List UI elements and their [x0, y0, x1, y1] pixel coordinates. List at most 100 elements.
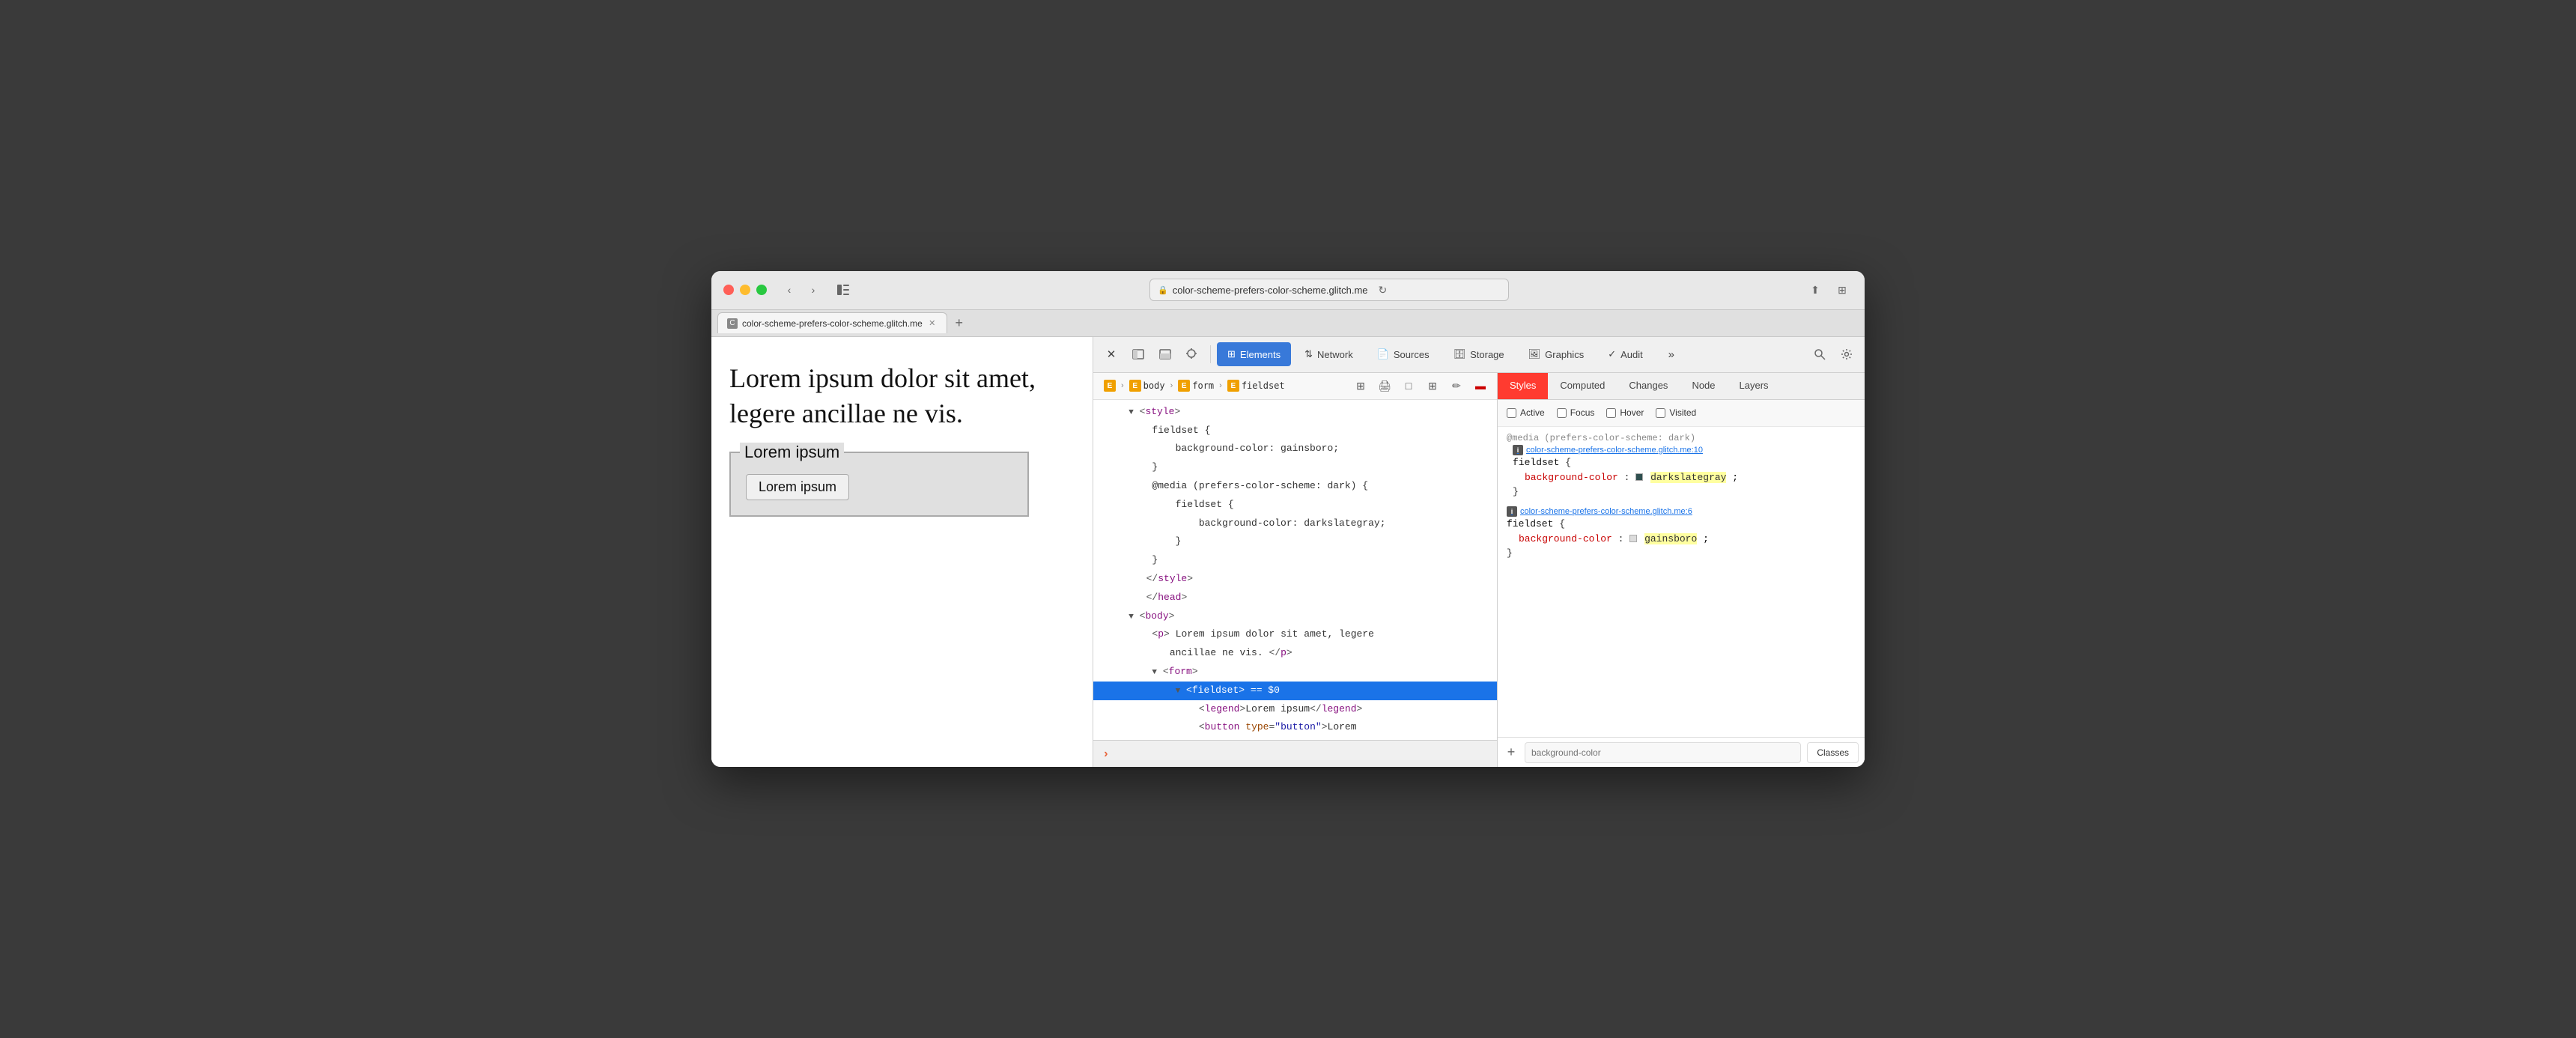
audit-tab-icon: ✓ — [1608, 348, 1616, 360]
css-semicolon-1: ; — [1732, 472, 1738, 483]
css-source-1[interactable]: i color-scheme-prefers-color-scheme.glit… — [1513, 445, 1856, 455]
delete-button[interactable]: ▬ — [1470, 375, 1491, 396]
preview-button[interactable]: Lorem ipsum — [746, 474, 849, 500]
add-property-button[interactable]: + — [1504, 745, 1519, 760]
styles-tab-computed[interactable]: Computed — [1548, 373, 1617, 400]
new-tab-plus-button[interactable]: + — [950, 314, 968, 332]
dom-line[interactable]: <button type="button">Lorem — [1093, 718, 1497, 737]
devtools-dock-button[interactable] — [1153, 342, 1177, 366]
state-bar: Active Focus Hover Visited — [1498, 400, 1865, 427]
print-button[interactable]: 🖨 — [1374, 375, 1395, 396]
edit-button[interactable]: ✏ — [1446, 375, 1467, 396]
dom-line[interactable]: background-color: darkslategray; — [1093, 515, 1497, 533]
page-main-text: Lorem ipsum dolor sit amet, legere ancil… — [729, 361, 1075, 431]
box-model-button[interactable]: □ — [1398, 375, 1419, 396]
devtools-undock-button[interactable] — [1126, 342, 1150, 366]
dom-line[interactable]: ▼ <style> — [1093, 403, 1497, 422]
address-bar[interactable]: 🔒 color-scheme-prefers-color-scheme.glit… — [1149, 279, 1509, 301]
audit-tab-label: Audit — [1620, 349, 1643, 360]
address-text: color-scheme-prefers-color-scheme.glitch… — [1173, 285, 1368, 296]
css-selector-1: fieldset { — [1513, 457, 1856, 468]
dom-line[interactable]: } — [1093, 458, 1497, 477]
dom-tree[interactable]: ▼ <style> fieldset { background-color: g… — [1093, 400, 1497, 740]
tab-storage[interactable]: 🗄 Storage — [1443, 342, 1515, 366]
tab-sources[interactable]: 📄 Sources — [1367, 342, 1440, 366]
separator-1 — [1210, 345, 1211, 363]
dom-line-selected[interactable]: ▼ <fieldset> == $0 — [1093, 682, 1497, 700]
state-visited[interactable]: Visited — [1656, 407, 1696, 418]
state-hover-label: Hover — [1620, 407, 1644, 418]
state-focus-label: Focus — [1570, 407, 1595, 418]
add-node-button[interactable]: ⊞ — [1350, 375, 1371, 396]
forward-button[interactable]: › — [803, 279, 824, 300]
element-icon-body: E — [1129, 380, 1141, 392]
css-source-2[interactable]: i color-scheme-prefers-color-scheme.glit… — [1507, 506, 1856, 517]
dom-line[interactable]: </style> — [1093, 570, 1497, 589]
dom-line[interactable]: } — [1093, 551, 1497, 570]
close-button[interactable] — [723, 285, 734, 295]
state-focus-checkbox[interactable] — [1557, 408, 1567, 418]
storage-tab-icon: 🗄 — [1453, 348, 1466, 360]
dom-line[interactable]: </head> — [1093, 589, 1497, 607]
breadcrumb-item-fieldset[interactable]: E fieldset — [1223, 378, 1289, 393]
css-selector-2: fieldset { — [1507, 518, 1856, 529]
new-tab-button[interactable]: ⊞ — [1832, 279, 1853, 300]
styles-tab-styles[interactable]: Styles — [1498, 373, 1548, 400]
dom-line[interactable]: } — [1093, 532, 1497, 551]
dom-line[interactable]: background-color: gainsboro; — [1093, 440, 1497, 458]
css-color-swatch-1[interactable] — [1635, 473, 1643, 481]
css-prop-name-2: background-color — [1519, 533, 1612, 544]
state-hover-checkbox[interactable] — [1606, 408, 1616, 418]
grid-overlay-button[interactable]: ⊞ — [1422, 375, 1443, 396]
dom-line[interactable]: ancillae ne vis. </p> — [1093, 644, 1497, 663]
legend-text: Lorem ipsum — [740, 443, 844, 462]
dom-line[interactable]: <p> Lorem ipsum dolor sit amet, legere — [1093, 625, 1497, 644]
back-button[interactable]: ‹ — [779, 279, 800, 300]
minimize-button[interactable] — [740, 285, 750, 295]
maximize-button[interactable] — [756, 285, 767, 295]
state-hover[interactable]: Hover — [1606, 407, 1644, 418]
styles-tab-node[interactable]: Node — [1680, 373, 1727, 400]
css-color-swatch-2[interactable] — [1629, 535, 1637, 542]
tab-audit[interactable]: ✓ Audit — [1597, 342, 1653, 366]
lock-icon: 🔒 — [1158, 285, 1168, 295]
styles-tab-layers[interactable]: Layers — [1728, 373, 1781, 400]
state-focus[interactable]: Focus — [1557, 407, 1595, 418]
state-visited-checkbox[interactable] — [1656, 408, 1665, 418]
dom-line[interactable]: @media (prefers-color-scheme: dark) { — [1093, 477, 1497, 496]
reload-button[interactable]: ↻ — [1379, 284, 1388, 297]
tab-network[interactable]: ⇅ Network — [1294, 342, 1364, 366]
devtools-settings-button[interactable] — [1835, 342, 1859, 366]
traffic-lights — [723, 285, 767, 295]
breadcrumb-item-body[interactable]: E body — [1125, 378, 1170, 393]
tab-favicon: C — [727, 318, 738, 329]
devtools-search-button[interactable] — [1808, 342, 1832, 366]
breadcrumb: E › E body › E form › — [1093, 373, 1497, 400]
browser-tab[interactable]: C color-scheme-prefers-color-scheme.glit… — [717, 312, 947, 333]
elements-tab-label: Elements — [1240, 349, 1281, 360]
dom-line[interactable]: ▼ <form> — [1093, 663, 1497, 682]
breadcrumb-item-form[interactable]: E form — [1173, 378, 1218, 393]
tab-graphics[interactable]: 🖼 Graphics — [1518, 342, 1595, 366]
tab-elements[interactable]: ⊞ Elements — [1217, 342, 1291, 366]
share-button[interactable]: ⬆ — [1805, 279, 1826, 300]
filter-input[interactable] — [1525, 742, 1801, 763]
dom-line[interactable]: ▼ <body> — [1093, 607, 1497, 626]
more-tabs-button[interactable]: » — [1659, 342, 1683, 366]
dom-line[interactable]: <legend>Lorem ipsum</legend> — [1093, 700, 1497, 719]
classes-button[interactable]: Classes — [1807, 742, 1859, 763]
css-prop-value-2: gainsboro — [1644, 533, 1697, 544]
inspect-element-button[interactable] — [1180, 342, 1204, 366]
state-active-checkbox[interactable] — [1507, 408, 1516, 418]
tab-close-button[interactable]: ✕ — [927, 318, 938, 329]
state-active[interactable]: Active — [1507, 407, 1545, 418]
css-source-icon-1: i — [1513, 445, 1523, 455]
graphics-tab-icon: 🖼 — [1528, 348, 1541, 360]
breadcrumb-item-root[interactable]: E — [1099, 378, 1120, 393]
styles-tab-changes[interactable]: Changes — [1617, 373, 1680, 400]
dom-line[interactable]: fieldset { — [1093, 422, 1497, 440]
network-tab-label: Network — [1317, 349, 1353, 360]
sidebar-toggle-button[interactable] — [833, 279, 854, 300]
devtools-close-button[interactable]: ✕ — [1099, 342, 1123, 366]
dom-line[interactable]: fieldset { — [1093, 496, 1497, 515]
